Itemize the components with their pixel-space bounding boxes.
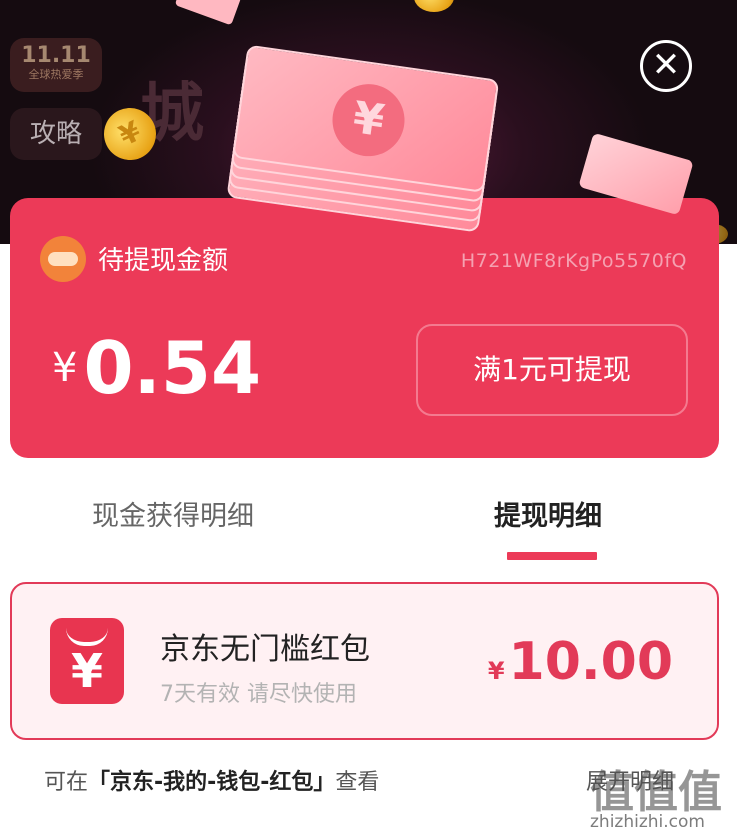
tab-withdraw-detail[interactable]: 提现明细 (494, 494, 602, 533)
event-badge-number: 11.11 (21, 43, 91, 68)
balance-card: 待提现金额 H721WF8rKgPo5570fQ ¥0.54 满1元可提现 (10, 198, 719, 458)
withdraw-button[interactable]: 满1元可提现 (416, 324, 688, 416)
balance-amount: ¥0.54 (52, 326, 261, 410)
yen-icon: ¥ (327, 79, 410, 161)
coupon-currency: ¥ (487, 657, 505, 685)
watermark-url: zhizhizhi.com (590, 812, 705, 832)
guide-button[interactable]: 攻略 (10, 108, 102, 160)
red-packet-icon: ¥ (50, 618, 124, 704)
event-badge: 11.11 全球热爱季 (10, 38, 102, 92)
close-button[interactable]: ✕ (640, 40, 692, 92)
avatar-icon (40, 236, 86, 282)
balance-value: 0.54 (83, 326, 262, 410)
note-path: 「京东-我的-钱包-红包」 (88, 770, 336, 795)
view-location-note: 可在「京东-我的-钱包-红包」查看 (44, 764, 379, 796)
active-tab-indicator (507, 552, 597, 560)
note-prefix: 可在 (44, 770, 89, 795)
coupon-value: 10.00 (508, 632, 673, 692)
coupon-amount: ¥10.00 (488, 632, 673, 692)
watermark-logo: 值值值 (590, 767, 722, 818)
balance-currency: ¥ (52, 345, 78, 391)
close-icon: ✕ (651, 45, 681, 85)
coupon-validity: 7天有效 请尽快使用 (160, 682, 357, 707)
note-suffix: 查看 (335, 770, 380, 795)
tab-cash-detail[interactable]: 现金获得明细 (92, 494, 254, 533)
balance-label: 待提现金额 (98, 246, 229, 276)
event-badge-sub: 全球热爱季 (28, 68, 84, 81)
coupon-item[interactable]: ¥ 京东无门槛红包 7天有效 请尽快使用 ¥10.00 (10, 582, 719, 740)
coupon-title: 京东无门槛红包 (160, 632, 370, 667)
balance-code: H721WF8rKgPo5570fQ (460, 250, 687, 272)
